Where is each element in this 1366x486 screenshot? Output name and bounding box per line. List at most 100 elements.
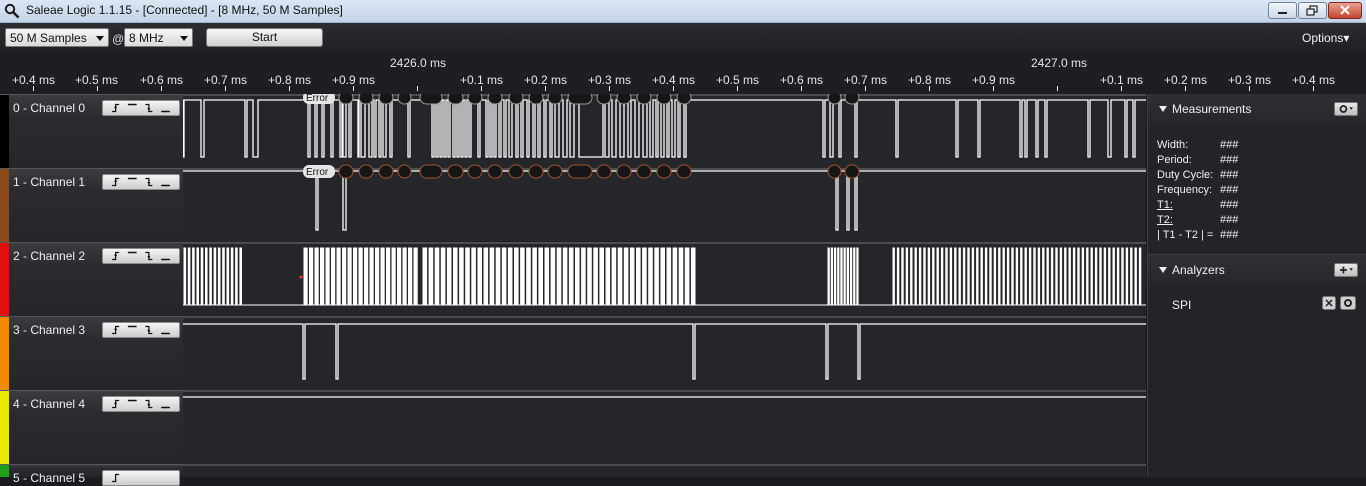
channel-label: 1 - Channel 1 — [13, 175, 86, 189]
tick-mark — [737, 86, 738, 91]
close-button[interactable] — [1328, 2, 1362, 19]
collapse-triangle-icon[interactable] — [1159, 106, 1167, 112]
minimize-button[interactable] — [1268, 2, 1297, 19]
waveform-area[interactable]: Error Error — [183, 94, 1146, 477]
channel-color-swatch — [0, 169, 9, 242]
clock-pulse — [830, 247, 834, 306]
clock-pulse — [993, 247, 997, 306]
clock-pulse — [958, 247, 961, 306]
clock-pulse — [954, 247, 957, 306]
clock-pulse — [849, 247, 853, 306]
window-title: Saleae Logic 1.1.15 - [Connected] - [8 M… — [26, 3, 343, 17]
decoder-bubble — [358, 164, 374, 179]
decoder-bubble — [397, 164, 412, 179]
clock-pulse — [230, 247, 234, 306]
tick-label: +0.1 ms — [460, 73, 504, 87]
clock-pulse — [1086, 247, 1089, 306]
tick-mark — [801, 86, 802, 91]
channel-0-waveform — [183, 99, 1146, 158]
analyzer-item-spi[interactable]: SPI — [1172, 298, 1191, 312]
analyzers-header[interactable]: Analyzers — [1148, 254, 1366, 285]
spi-decoder-bubbles-ch0 — [338, 94, 860, 105]
clock-pulse — [1138, 247, 1142, 306]
tick-label: +0.1 ms — [1100, 73, 1144, 87]
clock-pulse — [945, 247, 948, 306]
tick-mark — [609, 86, 610, 91]
options-button[interactable]: Options▾ — [1302, 31, 1349, 45]
channel-row-1[interactable]: 1 - Channel 1 — [0, 168, 183, 242]
remove-analyzer-button[interactable] — [1322, 296, 1336, 310]
clock-pulse — [1020, 247, 1023, 306]
decoder-bubble — [378, 94, 394, 105]
clock-pulse — [587, 247, 592, 306]
decoder-bubble — [358, 94, 374, 105]
analyzer-settings-button[interactable] — [1340, 296, 1356, 310]
tick-mark — [353, 86, 354, 91]
samples-value: 50 M Samples — [10, 31, 87, 45]
measurement-label: Width: — [1157, 139, 1189, 151]
channel-row-3[interactable]: 3 - Channel 3 — [0, 316, 183, 390]
clock-pulse — [593, 247, 598, 306]
trigger-buttons[interactable] — [102, 100, 180, 116]
clock-pulse — [910, 247, 913, 306]
clock-pulse — [1050, 247, 1054, 306]
clock-pulse — [413, 247, 418, 306]
trigger-buttons[interactable] — [102, 248, 180, 264]
clock-pulse — [1125, 247, 1129, 306]
clock-pulse — [1090, 247, 1093, 306]
trigger-buttons[interactable] — [102, 322, 180, 338]
clock-pulse — [347, 247, 352, 306]
sample-rate-value: 8 MHz — [129, 31, 164, 45]
clock-pulse — [1011, 247, 1014, 306]
channel-label: 0 - Channel 0 — [13, 101, 86, 115]
clock-pulse — [1130, 247, 1133, 306]
clock-pulse — [226, 247, 230, 306]
clock-pulse — [568, 247, 574, 306]
clock-pulse — [1046, 247, 1049, 306]
t1-link[interactable]: T1: — [1157, 199, 1173, 211]
time-ruler[interactable]: 2426.0 ms 2427.0 ms +0.4 ms +0.5 ms +0.6… — [0, 52, 1366, 94]
measurements-settings-button[interactable] — [1334, 102, 1358, 116]
analyzers-title: Analyzers — [1172, 263, 1225, 277]
right-panel: Measurements Width: ### Period: ### Duty… — [1147, 94, 1366, 477]
samples-select[interactable]: 50 M Samples — [5, 28, 109, 47]
clock-pulse — [846, 247, 850, 306]
measurements-title: Measurements — [1172, 102, 1252, 116]
clock-pulse — [611, 247, 617, 306]
sample-rate-select[interactable]: 8 MHz — [124, 28, 193, 47]
decoder-bubble — [596, 164, 612, 179]
channel-row-4[interactable]: 4 - Channel 4 — [0, 390, 183, 464]
clock-pulse — [213, 247, 217, 306]
tick-label: +0.3 ms — [588, 73, 632, 87]
tick-label: +0.7 ms — [844, 73, 888, 87]
tick-mark — [33, 86, 34, 91]
clock-pulse — [1028, 247, 1032, 306]
measurements-header[interactable]: Measurements — [1148, 94, 1366, 124]
channel-label: 3 - Channel 3 — [13, 323, 86, 337]
trigger-buttons[interactable] — [102, 174, 180, 190]
clock-pulse — [489, 247, 495, 306]
trigger-buttons[interactable] — [102, 396, 180, 412]
minimize-icon — [1278, 12, 1287, 14]
clock-pulse — [196, 247, 199, 306]
decoder-bubble — [616, 164, 632, 179]
channel-row-0[interactable]: 0 - Channel 0 — [0, 94, 183, 168]
clock-pulse — [642, 247, 647, 306]
add-analyzer-button[interactable] — [1334, 263, 1358, 277]
tick-label: +0.5 ms — [75, 73, 119, 87]
channel-row-5[interactable]: 5 - Channel 5 — [0, 464, 183, 486]
clock-pulse — [397, 247, 402, 306]
clock-pulse — [827, 247, 830, 306]
cursor-marker — [299, 275, 303, 279]
clock-pulse — [1015, 247, 1019, 306]
measurement-value: ### — [1220, 199, 1239, 211]
start-button[interactable]: Start — [206, 28, 323, 47]
collapse-triangle-icon[interactable] — [1159, 267, 1167, 273]
trigger-buttons[interactable] — [102, 470, 180, 486]
clock-pulse — [840, 247, 843, 306]
t2-link[interactable]: T2: — [1157, 214, 1173, 226]
clock-pulse — [666, 247, 672, 306]
channel-row-2[interactable]: 2 - Channel 2 — [0, 242, 183, 316]
title-bar: Saleae Logic 1.1.15 - [Connected] - [8 M… — [0, 0, 1366, 23]
restore-button[interactable] — [1298, 2, 1327, 19]
